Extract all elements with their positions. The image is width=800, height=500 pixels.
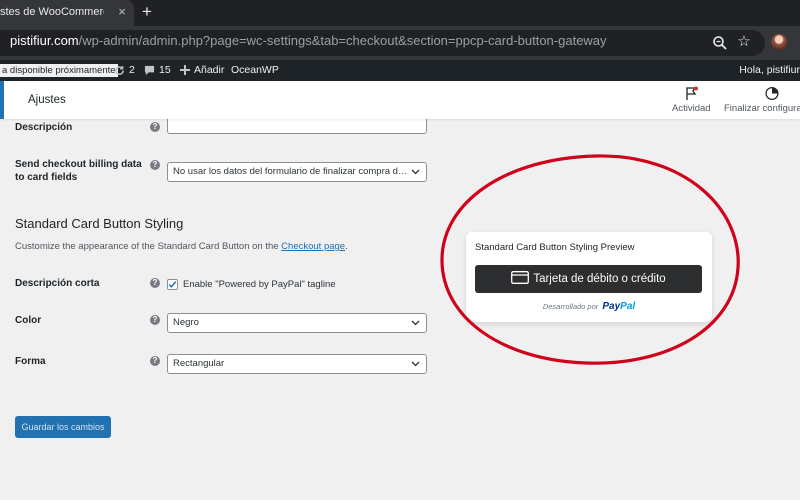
tagline-checkbox[interactable] [167, 279, 178, 290]
url-path: /wp-admin/admin.php?page=wc-settings&tab… [78, 33, 607, 48]
progress-icon [764, 86, 779, 101]
flag-icon [686, 86, 699, 100]
wc-header: Ajustes Actividad Finalizar configuració… [0, 81, 800, 119]
browser-tab-strip: stes de WooCommerce ‹ × + [0, 0, 800, 26]
url-host: pistifiur.com [10, 33, 79, 48]
help-icon[interactable]: ? [150, 315, 160, 325]
url-text[interactable]: pistifiur.com/wp-admin/admin.php?page=wc… [10, 33, 607, 48]
chevron-down-icon [411, 169, 420, 175]
section-desc-end: . [345, 241, 348, 252]
card-button-label: Tarjeta de débito o crédito [533, 273, 666, 285]
color-value: Negro [173, 317, 199, 328]
zoom-icon[interactable] [712, 35, 728, 51]
color-label: Color [15, 315, 42, 326]
paypal-logo-pay: Pay [602, 301, 621, 312]
color-select[interactable]: Negro [167, 313, 427, 333]
finish-setup-button[interactable]: Finalizar configuración [724, 86, 800, 114]
section-title: Standard Card Button Styling [15, 216, 184, 231]
comments-link[interactable]: 15 [144, 60, 171, 81]
tagline-checkbox-label[interactable]: Enable "Powered by PayPal" tagline [183, 279, 336, 290]
updates-link[interactable]: 2 [114, 60, 135, 81]
description-label: Descripción [15, 122, 73, 133]
section-desc-text: Customize the appearance of the Standard… [15, 241, 282, 252]
plus-icon [180, 65, 190, 76]
theme-link[interactable]: OceanWP [231, 60, 279, 81]
short-description-label: Descripción corta [15, 278, 100, 289]
admin-menu-edge [0, 81, 4, 119]
add-new-link[interactable]: Añadir [180, 60, 224, 81]
comment-icon [144, 65, 155, 75]
card-button-preview: Standard Card Button Styling Preview Tar… [466, 232, 712, 322]
comments-count: 15 [159, 64, 171, 76]
save-changes-button[interactable]: Guardar los cambios [15, 416, 111, 438]
check-icon [168, 281, 177, 288]
section-description: Customize the appearance of the Standard… [15, 241, 348, 252]
credit-card-icon [511, 271, 530, 285]
shape-select[interactable]: Rectangular [167, 354, 427, 374]
star-icon[interactable]: ☆ [736, 34, 752, 50]
chevron-down-icon [411, 361, 420, 367]
user-greeting[interactable]: Hola, pistifiur [739, 60, 800, 81]
add-new-label: Añadir [194, 64, 225, 76]
shape-value: Rectangular [173, 358, 225, 369]
close-icon[interactable]: × [114, 4, 130, 20]
plus-icon[interactable]: + [139, 3, 155, 21]
billing-data-select[interactable]: No usar los datos del formulario de fina… [167, 162, 427, 182]
help-icon[interactable]: ? [150, 122, 160, 132]
card-payment-button[interactable]: Tarjeta de débito o crédito [475, 265, 702, 293]
refresh-icon [115, 65, 124, 75]
help-icon[interactable]: ? [150, 160, 160, 170]
browser-tab[interactable]: stes de WooCommerce ‹ × [0, 0, 134, 26]
powered-by-paypal: Desarrollado por PayPal [466, 301, 712, 312]
wp-admin-bar: a disponible próximamente 2 15 Añadir Oc… [0, 60, 800, 81]
powered-by-text: Desarrollado por [542, 302, 599, 311]
help-icon[interactable]: ? [150, 278, 160, 288]
tab-title: stes de WooCommerce ‹ [0, 6, 104, 18]
help-icon[interactable]: ? [150, 356, 160, 366]
billing-data-label: Send checkout billing data to card field… [15, 159, 142, 183]
checkout-page-link[interactable]: Checkout page [281, 241, 345, 252]
chevron-down-icon [411, 320, 420, 326]
activity-label: Actividad [672, 103, 711, 114]
paypal-logo: PayPal [602, 301, 635, 312]
activity-button[interactable]: Actividad [672, 86, 711, 114]
preview-title: Standard Card Button Styling Preview [475, 242, 635, 253]
updates-count: 2 [129, 64, 135, 76]
update-notice[interactable]: a disponible próximamente [0, 64, 118, 77]
billing-data-value: No usar los datos del formulario de fina… [173, 166, 408, 177]
avatar[interactable] [771, 34, 787, 50]
page-title: Ajustes [28, 94, 66, 106]
paypal-logo-pal: Pal [620, 301, 636, 312]
finish-setup-label: Finalizar configuración [724, 103, 800, 114]
shape-label: Forma [15, 356, 46, 367]
